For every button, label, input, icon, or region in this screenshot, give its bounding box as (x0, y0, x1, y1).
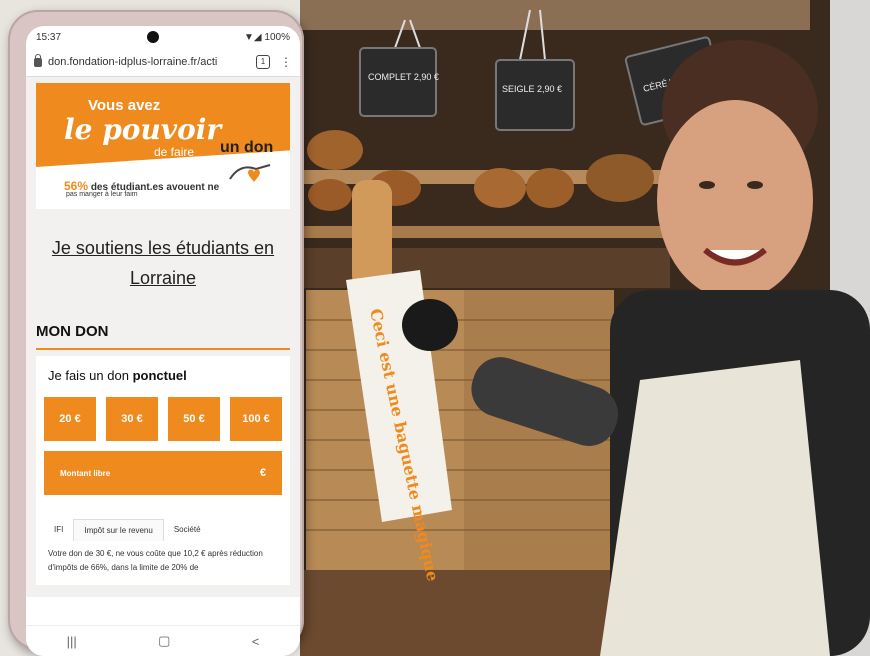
donation-banner: Vous avez le pouvoir de faire un don 56%… (36, 83, 290, 209)
android-nav-bar: ||| ▢ < (26, 625, 300, 656)
front-camera-icon (146, 31, 159, 43)
svg-text:SEIGLE 2,90 €: SEIGLE 2,90 € (502, 84, 562, 94)
page-title[interactable]: Je soutiens les étudiants en Lorraine (38, 233, 288, 293)
amount-button-100[interactable]: 100 € (230, 397, 282, 441)
donation-card: Je fais un don ponctuel 20 € 30 € 50 € 1… (36, 356, 290, 585)
tax-description: Votre don de 30 €, ne vous coûte que 10,… (48, 549, 263, 572)
amount-button-50[interactable]: 50 € (168, 397, 220, 441)
tab-ifi[interactable]: IFI (44, 519, 73, 541)
free-amount-label: Montant libre (60, 468, 111, 478)
bread-loaf (586, 154, 654, 202)
home-icon[interactable]: ▢ (158, 633, 170, 649)
banner-line2: le pouvoir (64, 113, 222, 146)
battery-status: ▼◢ 100% (244, 31, 290, 43)
free-amount-input[interactable]: Montant libre € (44, 451, 282, 495)
tax-tabs: IFI Impôt sur le revenu Société (44, 519, 282, 541)
bread-loaf (307, 130, 363, 170)
card-title: Je fais un don ponctuel (48, 368, 187, 383)
tab-societe[interactable]: Société (164, 519, 211, 541)
amount-options: 20 € 30 € 50 € 100 € (44, 397, 282, 441)
amount-button-20[interactable]: 20 € (44, 397, 96, 441)
lock-icon (34, 53, 42, 67)
browser-url-bar[interactable]: don.fondation-idplus-lorraine.fr/acti 1 … (26, 48, 300, 77)
bread-loaf (308, 179, 352, 211)
page-content: Vous avez le pouvoir de faire un don 56%… (26, 77, 300, 597)
smartphone: 15:37 ▼◢ 100% don.fondation-idplus-lorra… (8, 10, 304, 656)
tab-count-button[interactable]: 1 (256, 55, 270, 69)
bread-loaf (526, 168, 574, 208)
tab-impot-revenu[interactable]: Impôt sur le revenu (73, 519, 164, 541)
banner-stat-sub: pas manger à leur faim (66, 191, 138, 198)
amount-button-30[interactable]: 30 € (106, 397, 158, 441)
hand-heart-icon (229, 164, 271, 182)
url-text[interactable]: don.fondation-idplus-lorraine.fr/acti (48, 56, 250, 68)
more-vert-icon[interactable]: ⋮ (280, 55, 292, 69)
recent-apps-icon[interactable]: ||| (67, 634, 77, 649)
phone-screen: 15:37 ▼◢ 100% don.fondation-idplus-lorra… (26, 26, 300, 656)
free-amount-currency: € (259, 467, 266, 479)
banner-line3: de faire (154, 145, 195, 159)
section-heading: MON DON (36, 323, 290, 350)
svg-text:COMPLET 2,90 €: COMPLET 2,90 € (368, 72, 439, 82)
banner-line1: Vous avez (88, 97, 161, 114)
bread-loaf (474, 168, 526, 208)
status-bar: 15:37 ▼◢ 100% (26, 26, 300, 48)
status-time: 15:37 (36, 31, 62, 43)
back-icon[interactable]: < (252, 634, 260, 649)
